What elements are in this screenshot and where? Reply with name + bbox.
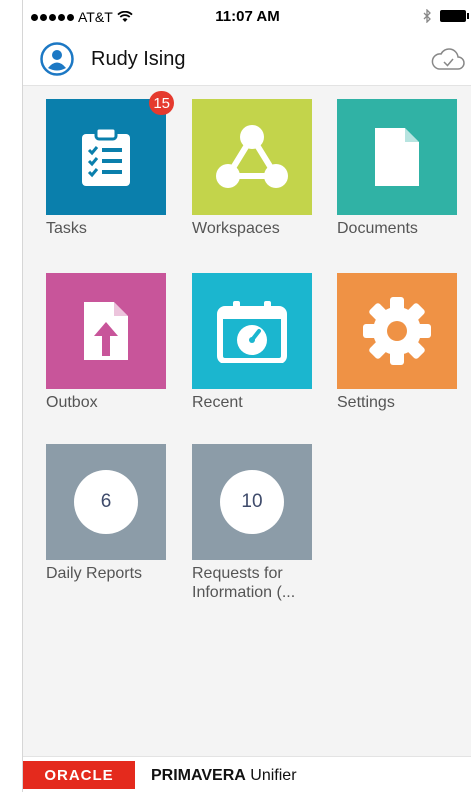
tile-label-tasks: Tasks <box>46 220 87 237</box>
rfi-label-line1: Requests for <box>192 565 283 582</box>
tile-recent[interactable]: Recent <box>192 273 312 412</box>
rfi-count: 10 <box>220 470 284 534</box>
tile-label-outbox: Outbox <box>46 394 98 411</box>
tile-label-recent: Recent <box>192 394 243 411</box>
app-screen: AT&T 11:07 AM Rudy Ising 15 Tasks Worksp… <box>22 0 471 792</box>
tile-label-settings: Settings <box>337 394 395 411</box>
bluetooth-icon <box>423 9 431 23</box>
status-right <box>423 9 469 23</box>
tile-requests-for-information[interactable]: 10 Requests for Information (... <box>192 444 312 602</box>
upload-document-icon <box>84 302 128 360</box>
app-footer: ORACLE PRIMAVERA Unifier <box>23 756 471 792</box>
tile-label-workspaces: Workspaces <box>192 220 280 237</box>
workspaces-tile-box[interactable] <box>192 99 312 215</box>
product-name: PRIMAVERA Unifier <box>151 767 297 785</box>
user-name[interactable]: Rudy Ising <box>91 48 186 71</box>
device-frame: AT&T 11:07 AM Rudy Ising 15 Tasks Worksp… <box>0 0 471 792</box>
user-avatar-icon[interactable] <box>40 42 74 76</box>
documents-tile-box[interactable] <box>337 99 457 215</box>
outbox-tile-box[interactable] <box>46 273 166 389</box>
tile-documents[interactable]: Documents <box>337 99 457 238</box>
calendar-gauge-icon <box>217 301 287 363</box>
tile-label-documents: Documents <box>337 220 418 237</box>
status-time: 11:07 AM <box>215 8 280 25</box>
tile-tasks[interactable]: 15 Tasks <box>46 91 174 238</box>
document-icon <box>375 128 419 186</box>
oracle-logo: ORACLE <box>23 761 135 789</box>
tile-outbox[interactable]: Outbox <box>46 273 166 412</box>
tile-daily-reports[interactable]: 6 Daily Reports <box>46 444 166 583</box>
tile-label-rfi: Requests for Information (... <box>192 564 312 602</box>
cloud-check-icon[interactable] <box>430 46 466 72</box>
rfi-tile-box[interactable]: 10 <box>192 444 312 560</box>
daily-reports-tile-box[interactable]: 6 <box>46 444 166 560</box>
tile-workspaces[interactable]: Workspaces <box>192 99 312 238</box>
daily-reports-count: 6 <box>74 470 138 534</box>
product-name-bold: PRIMAVERA <box>151 767 246 784</box>
tasks-tile-box[interactable]: 15 <box>46 91 174 215</box>
battery-icon <box>440 10 469 22</box>
gear-icon <box>363 297 431 365</box>
tile-settings[interactable]: Settings <box>337 273 457 412</box>
recent-tile-box[interactable] <box>192 273 312 389</box>
clipboard-checklist-icon <box>82 126 130 186</box>
rfi-label-line2: Information (... <box>192 584 296 601</box>
tile-label-daily-reports: Daily Reports <box>46 565 143 582</box>
tasks-badge: 15 <box>149 91 174 115</box>
network-triangle-icon <box>216 125 288 188</box>
status-bar: AT&T 11:07 AM <box>23 0 471 34</box>
settings-tile-box[interactable] <box>337 273 457 389</box>
product-name-rest: Unifier <box>250 767 297 784</box>
app-header: Rudy Ising <box>23 34 471 86</box>
